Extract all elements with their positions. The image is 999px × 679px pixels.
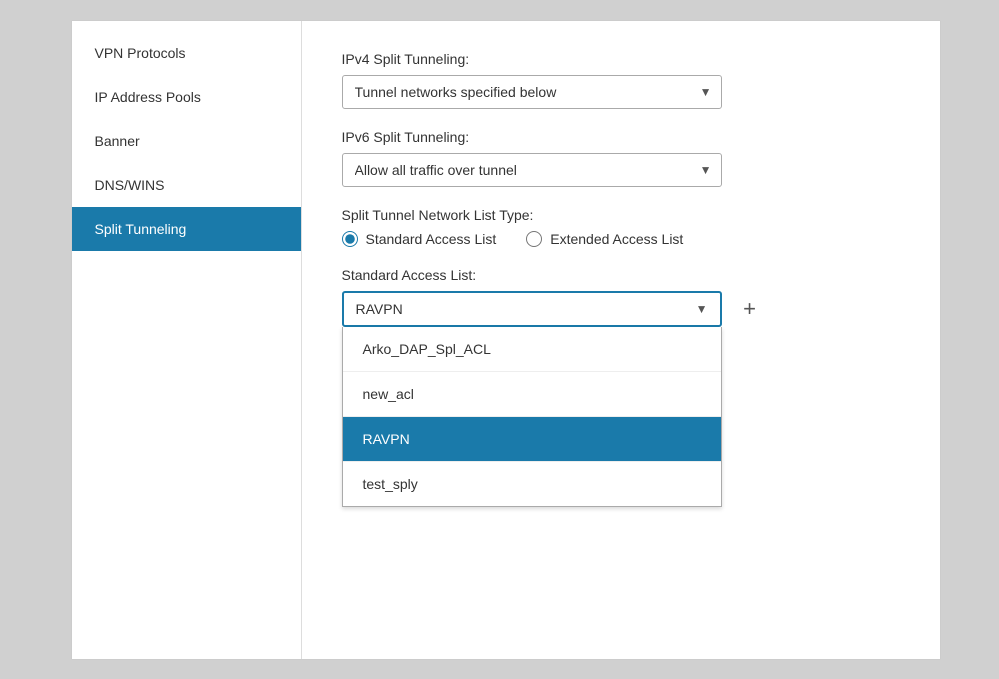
acl-dropdown-wrapper: RAVPN ▼ Arko_DAP_Spl_ACL new_acl RAVPN t… (342, 291, 722, 327)
acl-label: Standard Access List: (342, 267, 900, 283)
ipv4-dropdown-wrapper: Tunnel networks specified below Allow al… (342, 75, 722, 109)
acl-list-item-ravpn[interactable]: RAVPN (343, 417, 721, 462)
ipv6-label: IPv6 Split Tunneling: (342, 129, 900, 145)
main-content: IPv4 Split Tunneling: Tunnel networks sp… (302, 21, 940, 659)
radio-standard-label: Standard Access List (366, 231, 497, 247)
ipv4-split-tunneling-select[interactable]: Tunnel networks specified below Allow al… (342, 75, 722, 109)
ipv6-dropdown-wrapper: Allow all traffic over tunnel Tunnel net… (342, 153, 722, 187)
sidebar-item-split-tunneling[interactable]: Split Tunneling (72, 207, 301, 251)
page-container: VPN Protocols IP Address Pools Banner DN… (71, 20, 941, 660)
network-list-type-group: Split Tunnel Network List Type: Standard… (342, 207, 900, 247)
ipv4-field-group: IPv4 Split Tunneling: Tunnel networks sp… (342, 51, 900, 109)
acl-add-button[interactable]: + (734, 291, 766, 327)
acl-dropdown-arrow: ▼ (696, 302, 708, 316)
acl-field-group: Standard Access List: RAVPN ▼ Arko_DAP_S… (342, 267, 900, 327)
radio-standard[interactable]: Standard Access List (342, 231, 497, 247)
acl-list-item-test-sply[interactable]: test_sply (343, 462, 721, 506)
sidebar: VPN Protocols IP Address Pools Banner DN… (72, 21, 302, 659)
ipv6-split-tunneling-select[interactable]: Allow all traffic over tunnel Tunnel net… (342, 153, 722, 187)
acl-selected-value: RAVPN (356, 301, 403, 317)
radio-extended[interactable]: Extended Access List (526, 231, 683, 247)
radio-extended-label: Extended Access List (550, 231, 683, 247)
acl-list-item-new-acl[interactable]: new_acl (343, 372, 721, 417)
network-list-type-radio-group: Standard Access List Extended Access Lis… (342, 231, 900, 247)
acl-select-display[interactable]: RAVPN ▼ (342, 291, 722, 327)
radio-standard-input[interactable] (342, 231, 358, 247)
radio-extended-input[interactable] (526, 231, 542, 247)
acl-dropdown-list: Arko_DAP_Spl_ACL new_acl RAVPN test_sply (342, 327, 722, 507)
acl-row: RAVPN ▼ Arko_DAP_Spl_ACL new_acl RAVPN t… (342, 291, 900, 327)
sidebar-item-dns-wins[interactable]: DNS/WINS (72, 163, 301, 207)
sidebar-item-ip-address-pools[interactable]: IP Address Pools (72, 75, 301, 119)
sidebar-item-vpn-protocols[interactable]: VPN Protocols (72, 31, 301, 75)
ipv6-field-group: IPv6 Split Tunneling: Allow all traffic … (342, 129, 900, 187)
network-list-type-label: Split Tunnel Network List Type: (342, 207, 900, 223)
sidebar-item-banner[interactable]: Banner (72, 119, 301, 163)
ipv4-label: IPv4 Split Tunneling: (342, 51, 900, 67)
acl-list-item-arko[interactable]: Arko_DAP_Spl_ACL (343, 327, 721, 372)
